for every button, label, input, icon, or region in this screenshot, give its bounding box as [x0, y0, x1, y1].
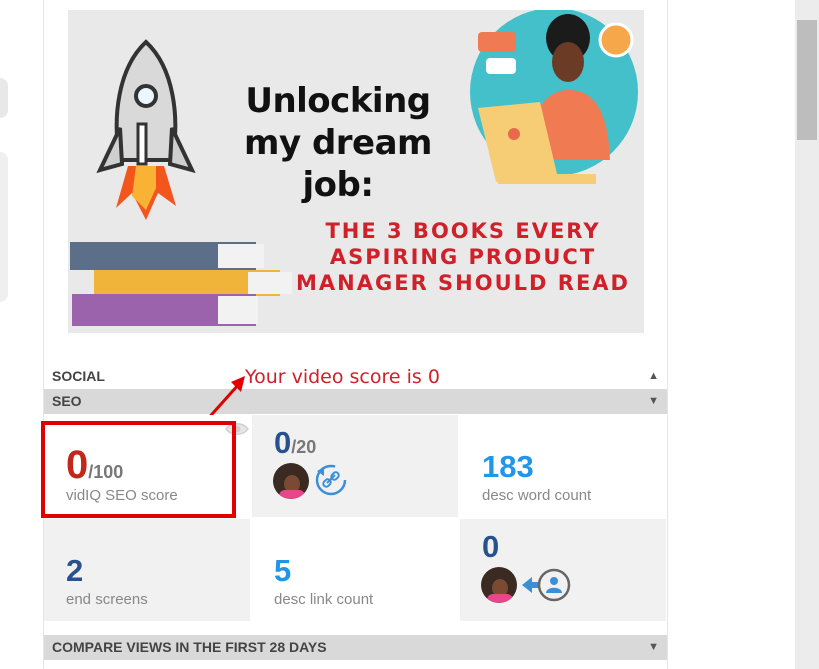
left-side-tab[interactable]: [0, 78, 8, 118]
triangle-down-icon[interactable]: ▼: [648, 635, 659, 660]
cards-cell: 0: [460, 519, 666, 621]
thumbnail-subtitle: THE 3 BOOKS EVERY ASPIRING PRODUCT MANAG…: [296, 219, 630, 295]
books-illustration: [70, 242, 292, 326]
tag-score-value: 0: [274, 425, 292, 460]
desc-link-count-cell: 5 desc link count: [252, 519, 458, 621]
tag-score-max: /20: [291, 437, 317, 457]
score-annotation: Your video score is 0: [245, 366, 440, 388]
seo-score-highlight-box: [41, 421, 236, 518]
left-side-panel: [0, 152, 8, 302]
desc-link-count-label: desc link count: [274, 591, 374, 608]
video-thumbnail[interactable]: Unlocking my dream job: THE 3 BOOKS EVER…: [68, 10, 644, 333]
end-screens-label: end screens: [66, 591, 148, 608]
cards-value: 0: [482, 529, 500, 564]
social-section-label: SOCIAL: [52, 368, 105, 384]
laptop-worker-illustration: [470, 10, 638, 184]
seo-section-label: SEO: [52, 393, 82, 409]
triangle-up-icon[interactable]: ▲: [648, 364, 659, 389]
end-screens-cell: 2 end screens: [44, 519, 250, 621]
subscribe-arrow-icon[interactable]: [520, 567, 572, 603]
desc-word-count-cell: 183 desc word count: [460, 415, 666, 517]
tag-score: 0/20: [274, 425, 316, 461]
triangle-down-icon[interactable]: ▼: [648, 389, 659, 414]
scrollbar-thumb[interactable]: [797, 20, 817, 140]
channel-avatar: [273, 463, 309, 499]
link-refresh-icon[interactable]: [314, 463, 348, 497]
rocket-illustration: [96, 39, 196, 220]
tag-score-cell: 0/20: [252, 415, 458, 517]
end-screens-value: 2: [66, 553, 84, 588]
compare-views-section-header[interactable]: COMPARE VIEWS IN THE FIRST 28 DAYS ▼: [44, 635, 667, 660]
desc-link-count-value: 5: [274, 553, 292, 588]
desc-word-count-label: desc word count: [482, 487, 592, 504]
seo-section-header[interactable]: SEO ▼: [44, 389, 667, 414]
compare-views-label: COMPARE VIEWS IN THE FIRST 28 DAYS: [52, 639, 327, 655]
thumbnail-title: Unlocking my dream job:: [244, 81, 432, 205]
channel-avatar: [481, 567, 517, 603]
desc-word-count-value: 183: [482, 449, 534, 484]
